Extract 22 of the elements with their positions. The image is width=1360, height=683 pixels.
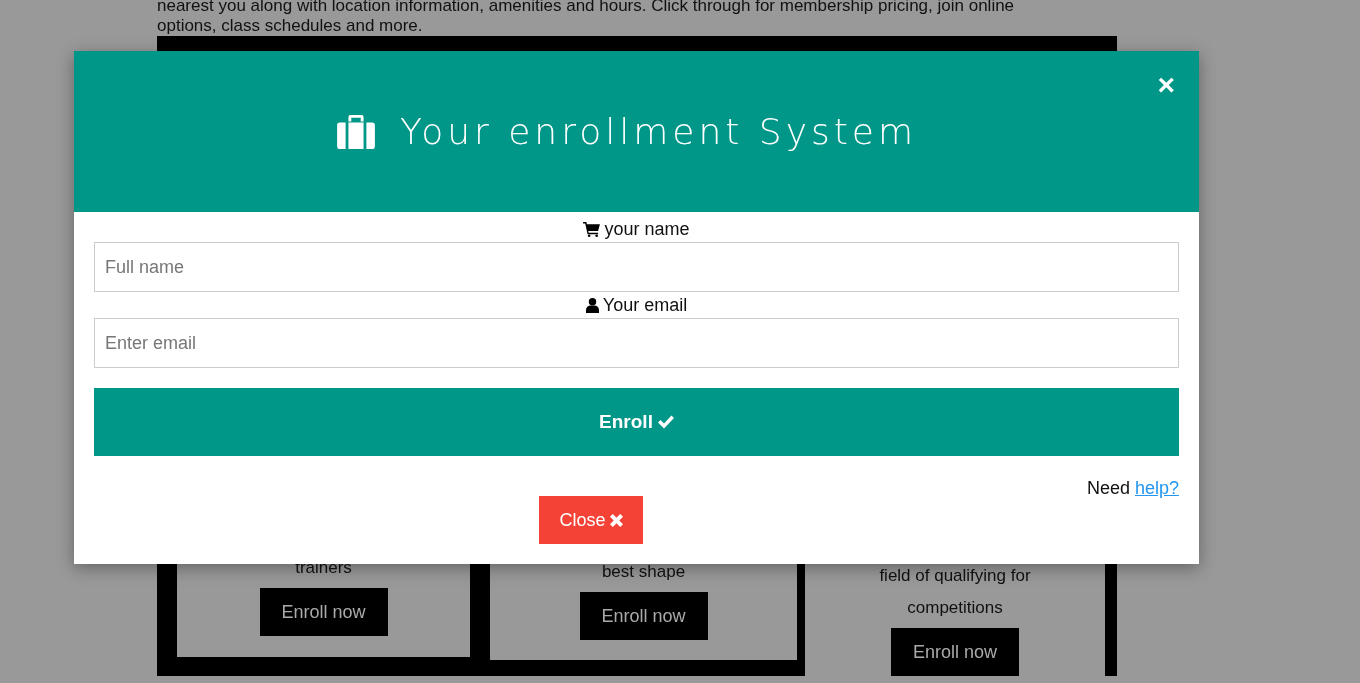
intro-text: options, class schedules and more. xyxy=(157,16,424,36)
card-text: best shape xyxy=(601,561,686,583)
cart-icon xyxy=(583,221,601,237)
enroll-button[interactable]: Enroll xyxy=(94,388,1179,456)
close-icon xyxy=(609,513,623,527)
card-text: competitions xyxy=(907,597,1003,619)
field-label: Your email xyxy=(602,294,688,316)
briefcase-icon xyxy=(335,114,376,149)
user-icon xyxy=(585,297,599,313)
enroll-now-button[interactable]: Enroll now xyxy=(259,588,388,636)
enroll-now-button[interactable]: Enroll now xyxy=(579,592,708,640)
check-icon xyxy=(657,415,674,429)
field-label: your name xyxy=(604,218,690,240)
close-button[interactable]: Close xyxy=(539,496,643,544)
help-text: Need help? xyxy=(1086,478,1179,499)
modal-title: Your enrollment System xyxy=(399,111,918,152)
input-field[interactable]: Enter email xyxy=(94,318,1179,368)
help-link[interactable]: help? xyxy=(1134,478,1179,498)
input-field[interactable]: Full name xyxy=(94,242,1179,292)
card-text: field of qualifying for xyxy=(879,565,1031,587)
enroll-now-button[interactable]: Enroll now xyxy=(891,628,1019,676)
card-text: trainers xyxy=(295,557,352,579)
